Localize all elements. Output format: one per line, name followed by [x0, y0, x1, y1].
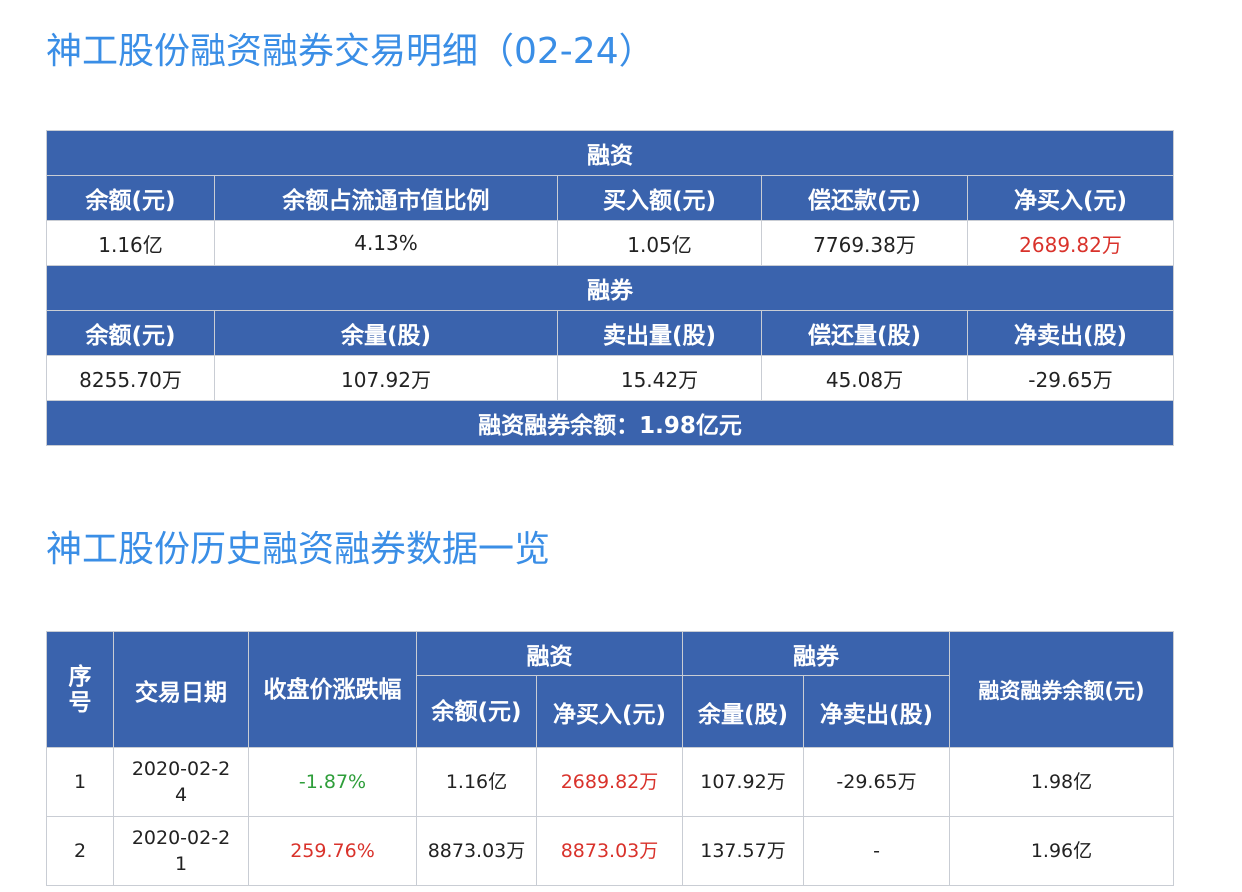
history-table: 序号 交易日期 收盘价涨跌幅 融资 融券 融资融券余额(元) 余额(元) 净买入… [46, 631, 1174, 886]
row-margin-net-buy: 2689.82万 [536, 747, 683, 817]
row-margin-balance: 1.16亿 [416, 747, 537, 817]
margin-header-net-buy: 净买入(元) [966, 175, 1175, 221]
row-date: 2020-02-21 [113, 816, 249, 886]
history-title: 神工股份历史融资融券数据一览 [46, 529, 551, 570]
margin-summary-table: 融资 余额(元) 余额占流通市值比例 买入额(元) 偿还款(元) 净买入(元) … [45, 130, 1175, 446]
row-total-balance: 1.98亿 [949, 747, 1174, 817]
header-margin-net-buy: 净买入(元) [536, 675, 683, 748]
header-margin-balance: 余额(元) [416, 675, 537, 748]
short-header-sell: 卖出量(股) [557, 310, 762, 356]
row-margin-balance: 8873.03万 [416, 816, 537, 886]
row-short-volume: 137.57万 [682, 816, 804, 886]
row-index: 1 [46, 747, 114, 817]
row-short-volume: 107.92万 [682, 747, 804, 817]
header-short-volume: 余量(股) [682, 675, 804, 748]
margin-header-buy: 买入额(元) [557, 175, 762, 221]
row-short-net-sell: - [803, 816, 950, 886]
row-change: -1.87% [248, 747, 417, 817]
short-section-header: 融券 [45, 265, 1175, 311]
margin-header-repay: 偿还款(元) [761, 175, 968, 221]
short-volume-value: 107.92万 [214, 355, 558, 401]
table-row: 1 2020-02-24 -1.87% 1.16亿 2689.82万 107.9… [46, 747, 1174, 817]
margin-buy-value: 1.05亿 [557, 220, 762, 266]
row-date: 2020-02-24 [113, 747, 249, 817]
header-index: 序号 [46, 631, 114, 748]
margin-repay-value: 7769.38万 [761, 220, 968, 266]
short-header-balance: 余额(元) [46, 310, 215, 356]
total-balance: 融资融券余额：1.98亿元 [45, 400, 1175, 446]
margin-balance-value: 1.16亿 [46, 220, 215, 266]
header-date: 交易日期 [113, 631, 249, 748]
short-balance-value: 8255.70万 [46, 355, 215, 401]
header-short-group: 融券 [682, 631, 950, 676]
header-change: 收盘价涨跌幅 [248, 631, 417, 748]
header-short-net-sell: 净卖出(股) [803, 675, 950, 748]
header-margin-group: 融资 [416, 631, 683, 676]
short-header-volume: 余量(股) [214, 310, 558, 356]
short-header-repay: 偿还量(股) [761, 310, 968, 356]
margin-section-header: 融资 [45, 130, 1175, 176]
row-change: 259.76% [248, 816, 417, 886]
margin-net-buy-value: 2689.82万 [966, 220, 1175, 266]
header-total-balance: 融资融券余额(元) [949, 631, 1174, 748]
margin-header-ratio: 余额占流通市值比例 [214, 175, 558, 221]
row-total-balance: 1.96亿 [949, 816, 1174, 886]
row-short-net-sell: -29.65万 [803, 747, 950, 817]
short-net-sell-value: -29.65万 [966, 355, 1175, 401]
short-repay-value: 45.08万 [761, 355, 968, 401]
row-index: 2 [46, 816, 114, 886]
row-margin-net-buy: 8873.03万 [536, 816, 683, 886]
margin-header-balance: 余额(元) [46, 175, 215, 221]
margin-ratio-value: 4.13% [214, 220, 558, 266]
table-row: 2 2020-02-21 259.76% 8873.03万 8873.03万 1… [46, 816, 1174, 886]
short-sell-value: 15.42万 [557, 355, 762, 401]
short-header-net-sell: 净卖出(股) [966, 310, 1175, 356]
page-title: 神工股份融资融券交易明细（02-24） [46, 31, 655, 72]
